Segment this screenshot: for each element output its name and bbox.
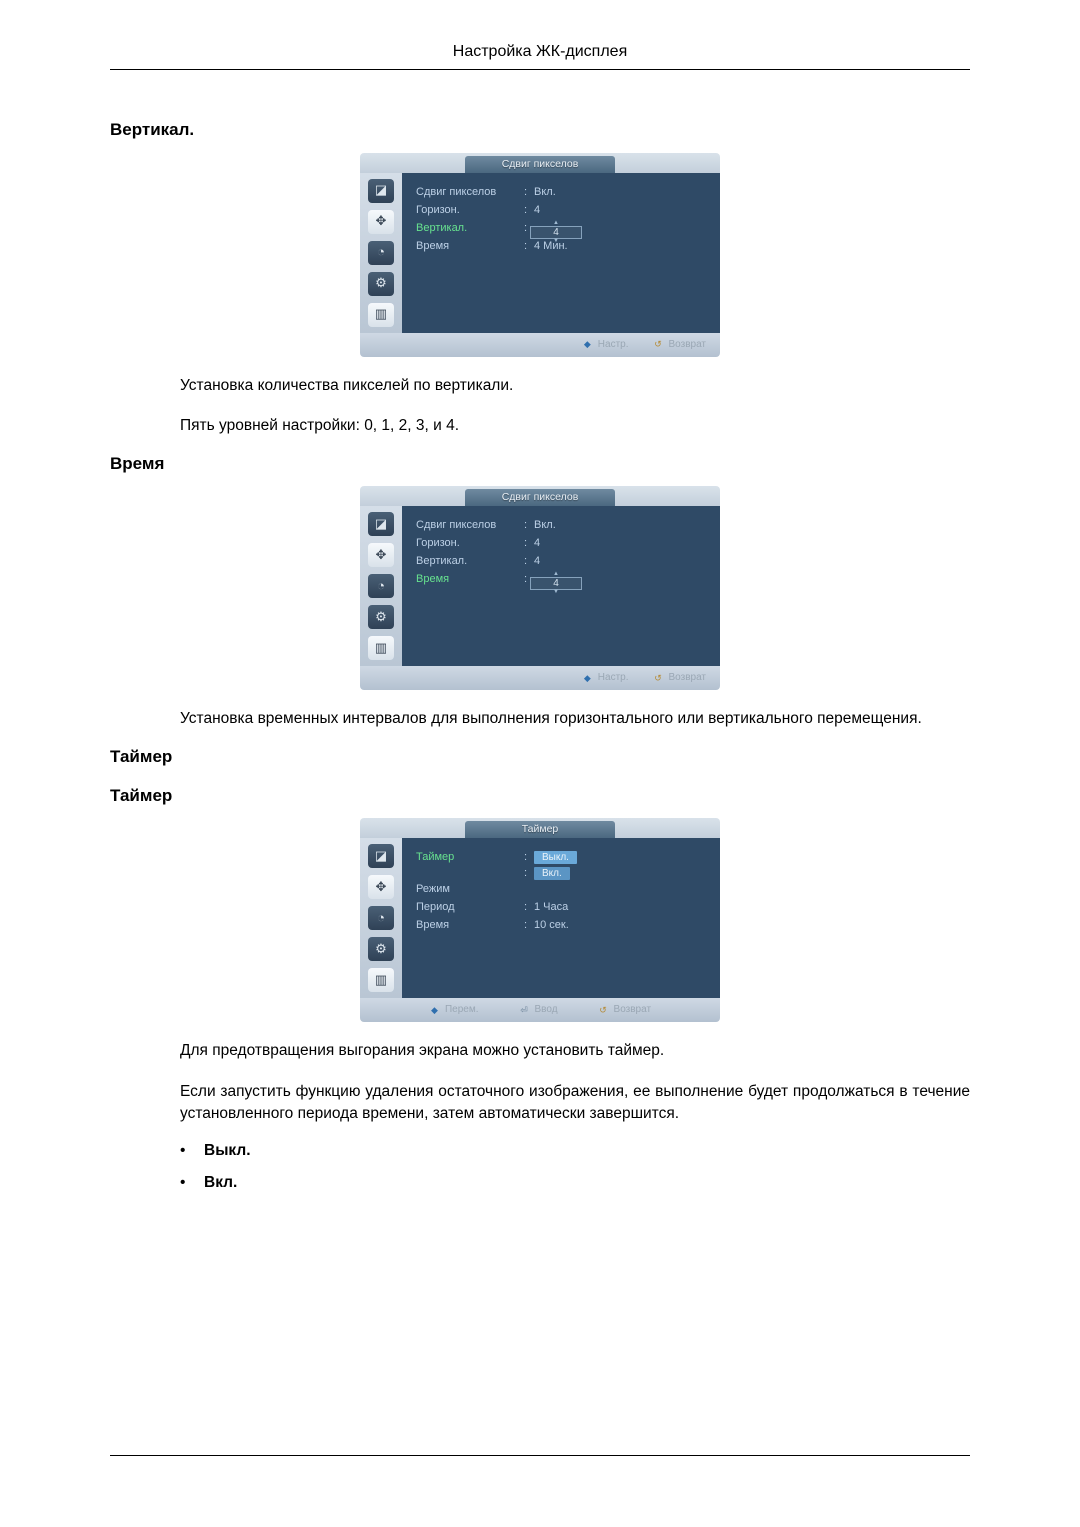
bullet-on: •Вкл. xyxy=(180,1172,970,1194)
spinner-value: 4 xyxy=(530,226,582,239)
adjust-icon: ✥ xyxy=(368,210,394,234)
footer-move: ◆Перем. xyxy=(429,1003,479,1018)
bullet-off: •Выкл. xyxy=(180,1140,970,1162)
clock-icon: ◔ xyxy=(368,241,394,265)
section-vertical-title: Вертикал. xyxy=(110,118,970,143)
osd-footer: ◆Перем. ⏎Ввод ↺Возврат xyxy=(360,998,720,1022)
clock-icon: ◔ xyxy=(368,574,394,598)
osd-titlebar: Сдвиг пикселов xyxy=(360,486,720,506)
footer-return: ↺Возврат xyxy=(653,338,707,353)
vertical-desc-1: Установка количества пикселей по вертика… xyxy=(180,375,970,397)
osd-row-horizon: Горизон. : 4 xyxy=(416,535,708,553)
option-on[interactable]: Вкл. xyxy=(534,867,570,880)
return-icon: ↺ xyxy=(653,673,664,684)
section-timer-title-2: Таймер xyxy=(110,784,970,809)
osd-row-time[interactable]: Время : ▲ 4 ▼ xyxy=(416,571,708,589)
return-icon: ↺ xyxy=(653,339,664,350)
footer-adjust: ◆Настр. xyxy=(582,338,629,353)
osd-pixel-shift-vertical: Сдвиг пикселов ◪ ✥ ◔ ⚙ ▥ Сдвиг пикселов … xyxy=(360,153,720,357)
gear-icon: ⚙ xyxy=(368,605,394,629)
osd-pixel-shift-time: Сдвиг пикселов ◪ ✥ ◔ ⚙ ▥ Сдвиг пикселов … xyxy=(360,486,720,690)
osd-row-time: Время : 4 Мин. xyxy=(416,238,708,256)
image-icon: ◪ xyxy=(368,844,394,868)
osd-titlebar: Таймер xyxy=(360,818,720,838)
option-selected-off[interactable]: Выкл. xyxy=(534,851,577,864)
osd-row-timer-alt: : Вкл. xyxy=(416,867,708,881)
adjust-icon: ✥ xyxy=(368,543,394,567)
timer-desc-1: Для предотвращения выгорания экрана можн… xyxy=(180,1040,970,1062)
osd-footer: ◆Настр. ↺Возврат xyxy=(360,333,720,357)
osd-row-mode: Режим xyxy=(416,881,708,899)
enter-icon: ⏎ xyxy=(518,1005,529,1016)
diamond-icon: ◆ xyxy=(582,339,593,350)
timer-desc-2: Если запустить функцию удаления остаточн… xyxy=(180,1081,970,1126)
footer-return: ↺Возврат xyxy=(598,1003,652,1018)
section-timer-title-1: Таймер xyxy=(110,745,970,770)
osd-footer: ◆Настр. ↺Возврат xyxy=(360,666,720,690)
diamond-icon: ◆ xyxy=(582,673,593,684)
gear-icon: ⚙ xyxy=(368,272,394,296)
image-icon: ◪ xyxy=(368,512,394,536)
return-icon: ↺ xyxy=(598,1005,609,1016)
osd-titlebar: Сдвиг пикселов xyxy=(360,153,720,173)
osd-row-time: Время : 10 сек. xyxy=(416,917,708,935)
osd-row-period: Период : 1 Часа xyxy=(416,899,708,917)
chart-icon: ▥ xyxy=(368,303,394,327)
footer-adjust: ◆Настр. xyxy=(582,671,629,686)
osd-row-timer[interactable]: Таймер : Выкл. xyxy=(416,849,708,867)
gear-icon: ⚙ xyxy=(368,937,394,961)
osd-timer: Таймер ◪ ✥ ◔ ⚙ ▥ Таймер : Выкл. xyxy=(360,818,720,1022)
footer-return: ↺Возврат xyxy=(653,671,707,686)
value-spinner[interactable]: ▲ 4 ▼ xyxy=(530,572,582,595)
osd-tab-title: Сдвиг пикселов xyxy=(465,489,615,506)
image-icon: ◪ xyxy=(368,179,394,203)
footer-enter: ⏎Ввод xyxy=(518,1003,557,1018)
chart-icon: ▥ xyxy=(368,968,394,992)
chart-icon: ▥ xyxy=(368,636,394,660)
osd-side-icons: ◪ ✥ ◔ ⚙ ▥ xyxy=(360,506,402,666)
osd-row-pixelshift: Сдвиг пикселов : Вкл. xyxy=(416,517,708,535)
osd-side-icons: ◪ ✥ ◔ ⚙ ▥ xyxy=(360,173,402,333)
footer-rule xyxy=(110,1455,970,1456)
time-desc-1: Установка временных интервалов для выпол… xyxy=(180,708,970,730)
osd-tab-title: Таймер xyxy=(465,821,615,838)
adjust-icon: ✥ xyxy=(368,875,394,899)
page-title: Настройка ЖК-дисплея xyxy=(110,40,970,70)
vertical-desc-2: Пять уровней настройки: 0, 1, 2, 3, и 4. xyxy=(180,415,970,437)
section-time-title: Время xyxy=(110,452,970,477)
osd-tab-title: Сдвиг пикселов xyxy=(465,156,615,173)
osd-side-icons: ◪ ✥ ◔ ⚙ ▥ xyxy=(360,838,402,998)
osd-row-vertical[interactable]: Вертикал. : ▲ 4 ▼ xyxy=(416,220,708,238)
diamond-icon: ◆ xyxy=(429,1005,440,1016)
clock-icon: ◔ xyxy=(368,906,394,930)
chevron-down-icon[interactable]: ▼ xyxy=(553,590,559,595)
osd-row-pixelshift: Сдвиг пикселов : Вкл. xyxy=(416,184,708,202)
